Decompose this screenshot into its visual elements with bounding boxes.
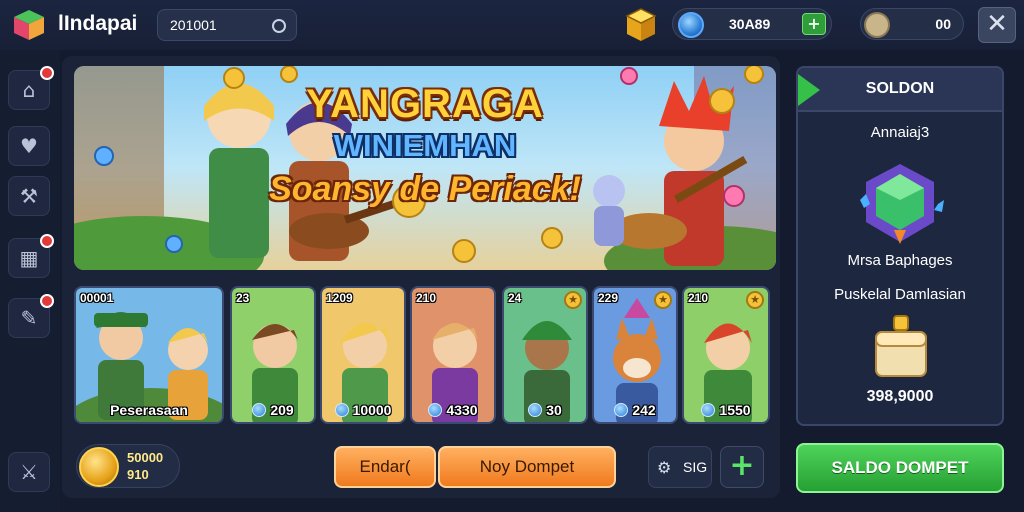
- home-icon: ⌂: [22, 78, 36, 102]
- character-card[interactable]: 23 209: [230, 286, 316, 424]
- wallet-balance[interactable]: 50000 910: [76, 444, 180, 488]
- notification-badge: [40, 66, 54, 80]
- tools-icon: ⚒: [20, 184, 38, 208]
- message-count: 00: [935, 16, 951, 32]
- gem-coin-icon: [334, 403, 349, 417]
- character-card[interactable]: 210 4330: [410, 286, 496, 424]
- chat-icon: [864, 12, 890, 38]
- sidebar-item-notes[interactable]: ✎: [8, 294, 54, 338]
- card-price: 4330: [412, 402, 494, 418]
- add-button[interactable]: +: [720, 446, 764, 488]
- card-tag: 00001: [80, 291, 114, 305]
- event-banner[interactable]: YANGRAGA WINIEMHAN Soansy de Periack!: [74, 66, 776, 270]
- card-price: 209: [232, 402, 314, 418]
- card-tag: 23: [236, 291, 250, 305]
- gem-coin-icon: [614, 403, 629, 417]
- character-card[interactable]: 210 ★ 1550: [682, 286, 770, 424]
- gold-cube-icon[interactable]: [624, 7, 658, 43]
- offer-line-2: Puskelal Damlasian: [834, 286, 966, 303]
- offer-panel: SOLDON Annaiaj3 Mrsa Baphages Puskelal D…: [796, 66, 1004, 426]
- message-counter[interactable]: 00: [860, 8, 964, 40]
- star-icon: ★: [746, 291, 764, 309]
- add-gems-button[interactable]: +: [802, 13, 826, 35]
- gold-coin-icon: [79, 447, 119, 487]
- sig-label: SIG: [683, 459, 708, 475]
- card-tag: 229: [598, 291, 619, 305]
- search-value: 201001: [170, 17, 217, 33]
- search-icon[interactable]: [272, 19, 286, 33]
- character-card[interactable]: 00001 Peserasaan: [74, 286, 224, 424]
- sidebar-item-battle[interactable]: ⚔: [8, 452, 50, 492]
- top-bar: lIndapai 201001 30A89 + 00 ✕: [0, 0, 1024, 50]
- card-label: Peserasaan: [110, 402, 188, 418]
- character-card[interactable]: 24 ★ 30: [502, 286, 588, 424]
- character-card[interactable]: 229 ★ 242: [592, 286, 678, 424]
- heart-icon: ♥: [20, 134, 38, 158]
- calendar-icon: ▦: [19, 246, 39, 270]
- banner-subtitle: WINIEMHAN: [333, 128, 517, 163]
- link-icon: ⚙: [657, 458, 672, 477]
- banner-title: YANGRAGA: [306, 82, 544, 126]
- star-icon: ★: [564, 291, 582, 309]
- card-tag: 1209: [326, 291, 353, 305]
- character-card[interactable]: 1209 10000: [320, 286, 406, 424]
- swords-icon: ⚔: [20, 460, 38, 484]
- notification-badge: [40, 294, 54, 308]
- wallet-value-primary: 50000: [127, 450, 164, 465]
- card-price: 242: [594, 402, 676, 418]
- close-button[interactable]: ✕: [978, 7, 1016, 43]
- endar-button[interactable]: Endar(: [334, 446, 436, 488]
- banner-tagline: Soansy de Periack!: [269, 170, 581, 208]
- gem-coin-icon: [528, 403, 543, 417]
- card-tag: 24: [508, 291, 522, 305]
- offer-panel-title: SOLDON: [865, 80, 935, 97]
- sidebar: ⌂ ♥ ⚒ ▦ ✎ ⚔: [0, 50, 60, 512]
- notification-badge: [40, 234, 54, 248]
- card-price: 30: [504, 402, 586, 418]
- app-logo-icon: [14, 10, 44, 40]
- card-tag: 210: [688, 291, 709, 305]
- sidebar-item-home[interactable]: ⌂: [8, 66, 54, 110]
- gem-coin-icon: [701, 403, 716, 417]
- card-tag: 210: [416, 291, 437, 305]
- offer-panel-header: SOLDON: [798, 68, 1002, 112]
- gem-value: 30A89: [729, 16, 771, 32]
- noy-dompet-button[interactable]: Noy Dompet: [438, 446, 616, 488]
- emerald-gem-icon: [860, 164, 944, 244]
- sidebar-item-inventory[interactable]: ♥: [8, 126, 50, 166]
- cake-chest-icon: [875, 315, 927, 377]
- sidebar-item-tools[interactable]: ⚒: [8, 176, 50, 216]
- wallet-value-secondary: 910: [127, 467, 149, 482]
- gem-coin-icon: [252, 403, 267, 417]
- gem-currency: 30A89 +: [672, 8, 832, 40]
- offer-price: 398,9000: [866, 388, 934, 405]
- card-price: 10000: [322, 402, 404, 418]
- gem-icon: [678, 12, 704, 38]
- search-field[interactable]: 201001: [157, 9, 297, 41]
- saldo-dompet-button[interactable]: SALDO DOMPET: [796, 443, 1004, 493]
- card-price: 1550: [684, 402, 768, 418]
- notes-icon: ✎: [20, 306, 38, 330]
- offer-subtitle: Annaiaj3: [870, 124, 930, 141]
- app-title: lIndapai: [58, 12, 138, 35]
- sig-button[interactable]: ⚙ SIG: [648, 446, 712, 488]
- offer-line-1: Mrsa Baphages: [847, 252, 953, 269]
- star-icon: ★: [654, 291, 672, 309]
- gem-coin-icon: [428, 403, 443, 417]
- sidebar-item-calendar[interactable]: ▦: [8, 234, 54, 278]
